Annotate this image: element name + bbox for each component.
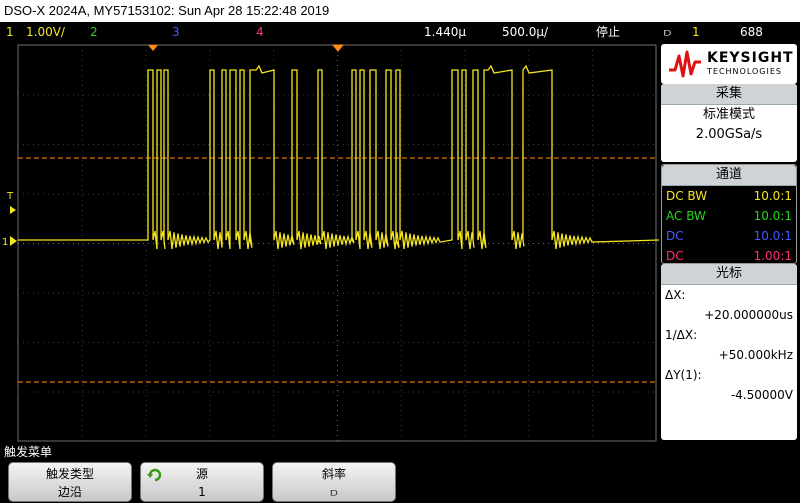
softkey-slope-label: 斜率	[321, 467, 346, 481]
horizontal-delay[interactable]: 1.440µ	[424, 22, 466, 42]
ch2-coupling: AC BW	[666, 209, 706, 223]
menu-title: 触发菜单	[4, 445, 53, 459]
rotate-knob-icon	[147, 468, 162, 482]
cursor-x2-marker	[331, 44, 345, 52]
channels-header: 通道	[662, 165, 796, 186]
keysight-logo: KEYSIGHT TECHNOLOGIES	[661, 44, 797, 84]
timebase-scale[interactable]: 500.0µ/	[502, 22, 548, 42]
logo-sub: TECHNOLOGIES	[707, 67, 782, 76]
cursor-dx-label: ΔX:	[665, 288, 686, 302]
cursor-dy-label: ΔY(1):	[665, 368, 702, 382]
run-state[interactable]: 停止	[596, 22, 620, 42]
ch3-number[interactable]: 3	[172, 22, 180, 42]
channels-panel[interactable]: 通道 DC BW 10.0:1 AC BW 10.0:1 DC 10.0:1 DC 1.…	[661, 164, 797, 264]
channel-row-1[interactable]: DC BW 10.0:1	[662, 186, 796, 206]
ch1-coupling: DC BW	[666, 189, 708, 203]
trigger-slope-icon: ⫐	[664, 25, 672, 39]
acquire-header: 采集	[661, 84, 797, 105]
logo-brand: KEYSIGHT	[707, 50, 794, 66]
waveform-canvas[interactable]: T 1	[0, 42, 659, 442]
trigger-label: T	[6, 191, 14, 202]
softkey-trigger-type[interactable]: 触发类型 边沿	[8, 462, 132, 502]
sample-rate: 2.00GSa/s	[695, 127, 763, 142]
softkey-trigger-type-label: 触发类型	[45, 467, 94, 481]
channel-row-3[interactable]: DC 10.0:1	[662, 226, 796, 246]
cursors-panel[interactable]: 光标 ΔX: +20.000000us 1/ΔX: +50.000kHz ΔY(…	[661, 264, 797, 440]
ch3-coupling: DC	[666, 229, 684, 243]
waveform-display[interactable]: T 1	[0, 42, 659, 442]
ch4-probe: 1.00:1	[753, 249, 792, 263]
channel-row-2[interactable]: AC BW 10.0:1	[662, 206, 796, 226]
cursor-x1-marker	[148, 45, 158, 51]
softkey-trigger-type-value: 边沿	[57, 485, 82, 499]
ch3-probe: 10.0:1	[753, 229, 792, 243]
cursor-inv-value: +50.000kHz	[718, 348, 793, 362]
cursors-header: 光标	[661, 264, 797, 285]
channel-row-4[interactable]: DC 1.00:1	[662, 246, 796, 266]
status-bar: 1 1.00V/ 2 3 4 1.440µ 500.0µ/ 停止 ⫐ 1 688	[0, 22, 800, 42]
side-panel: KEYSIGHT TECHNOLOGIES 采集 标准模式 2.00GSa/s …	[659, 42, 800, 442]
acquire-panel[interactable]: 采集 标准模式 2.00GSa/s	[661, 84, 797, 162]
ch2-number[interactable]: 2	[90, 22, 98, 42]
acquire-mode: 标准模式	[702, 107, 755, 122]
trigger-level-marker	[10, 206, 16, 214]
softkey-slope-value: ⫐	[330, 485, 338, 499]
ch1-ground-label: 1	[2, 237, 8, 248]
cursor-inv-label: 1/ΔX:	[665, 328, 698, 342]
softkey-source-value: 1	[198, 485, 206, 499]
window-title: DSO-X 2024A, MY57153102: Sun Apr 28 15:2…	[0, 0, 800, 22]
softkey-source[interactable]: 源 1	[140, 462, 264, 502]
keysight-wave-icon	[669, 50, 701, 78]
cursor-dx-value: +20.000000us	[704, 308, 793, 322]
ch4-number[interactable]: 4	[256, 22, 264, 42]
ch4-coupling: DC	[666, 249, 684, 263]
ch1-ground-marker	[10, 236, 17, 246]
ch1-probe: 10.0:1	[753, 189, 792, 203]
trigger-source[interactable]: 1	[692, 22, 700, 42]
cursor-dy-value: -4.50000V	[730, 388, 793, 402]
softkey-slope[interactable]: 斜率 ⫐	[272, 462, 396, 502]
trigger-level[interactable]: 688	[740, 22, 763, 42]
ch1-number[interactable]: 1	[6, 22, 14, 42]
ch1-scale[interactable]: 1.00V/	[26, 22, 65, 42]
ch2-probe: 10.0:1	[753, 209, 792, 223]
